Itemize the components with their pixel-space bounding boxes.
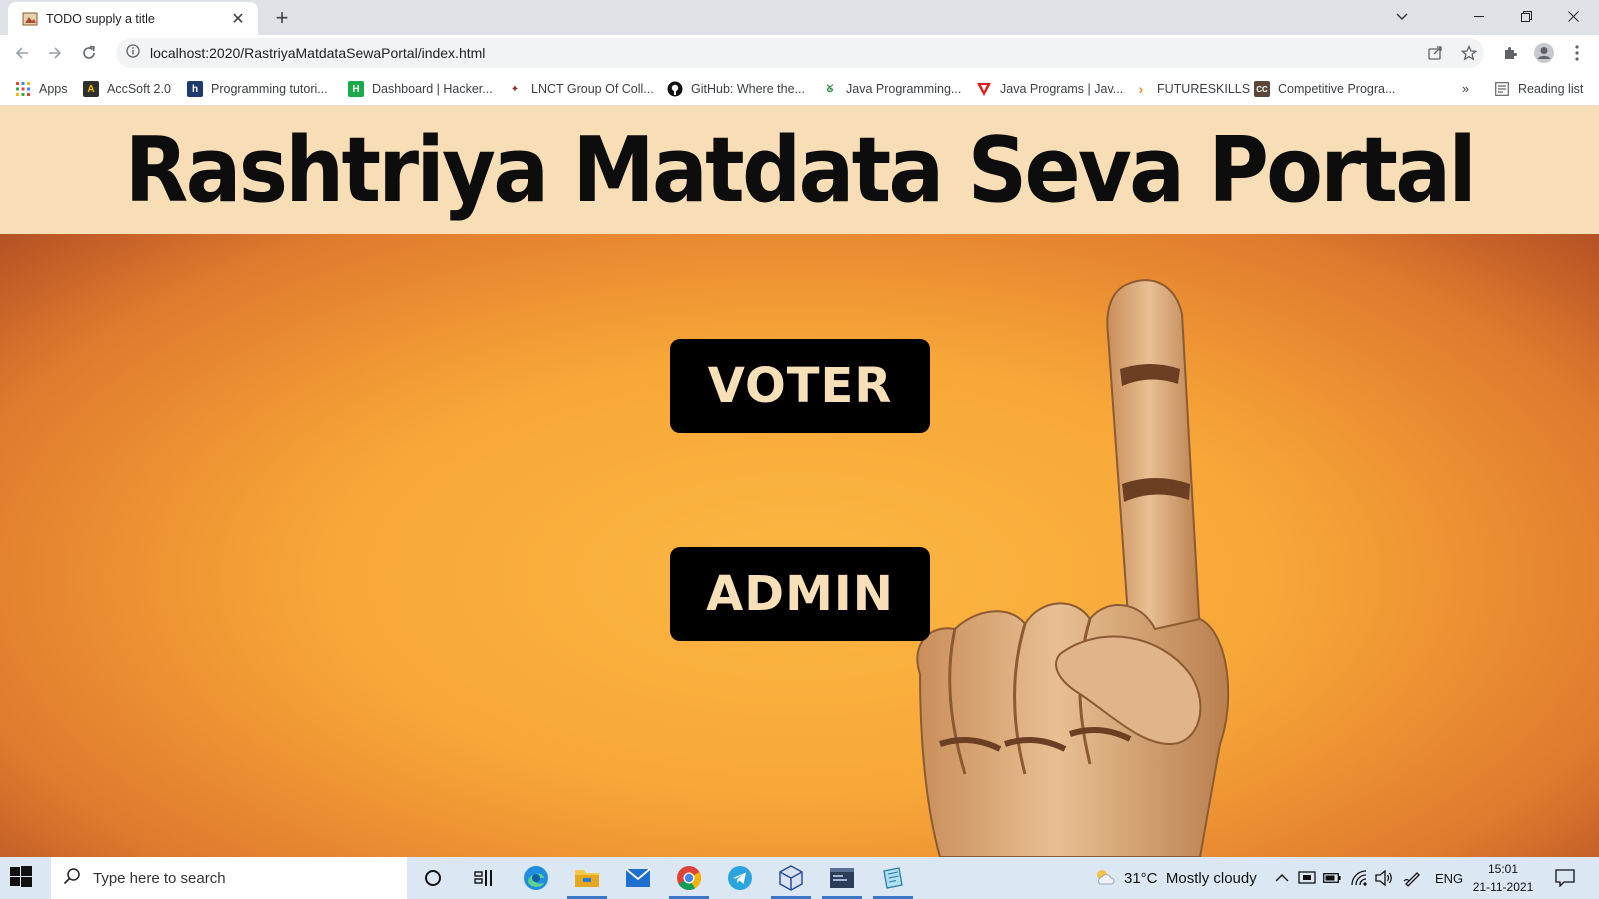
admin-button[interactable]: ADMIN: [670, 547, 930, 641]
bookmark-label: AccSoft 2.0: [107, 82, 171, 96]
accsoft-icon: A: [83, 81, 99, 97]
reading-list-label: Reading list: [1518, 82, 1584, 96]
restore-button[interactable]: [1503, 0, 1549, 33]
volume-speaker-icon[interactable]: [1375, 857, 1393, 899]
battery-icon[interactable]: [1323, 857, 1341, 899]
tab-search-chevron-icon[interactable]: [1379, 0, 1425, 33]
pen-workspace-icon[interactable]: [1403, 857, 1421, 899]
bookmark-java-programming[interactable]: ᘜ Java Programming...: [822, 79, 962, 99]
task-view-icon[interactable]: [462, 861, 506, 895]
bookmark-label: Apps: [39, 82, 68, 96]
bookmark-label: LNCT Group Of Coll...: [531, 82, 654, 96]
h-logo-icon: h: [187, 81, 203, 97]
voter-button[interactable]: VOTER: [670, 339, 930, 433]
address-bar[interactable]: localhost:2020/RastriyaMatdataSewaPortal…: [116, 38, 1484, 68]
weather-widget[interactable]: 31°C Mostly cloudy: [1094, 857, 1257, 899]
bookmark-label: Java Programming...: [846, 82, 962, 96]
bookmark-star-icon[interactable]: [1455, 39, 1483, 67]
page-title: Rashtriya Matdata Seva Portal: [124, 117, 1477, 223]
bookmark-futureskills[interactable]: › FUTURESKILLS: [1133, 79, 1250, 99]
forward-arrow-icon[interactable]: [41, 39, 69, 67]
web-page: Rashtriya Matdata Seva Portal VOTER ADMI…: [0, 106, 1599, 857]
futureskills-icon: ›: [1138, 81, 1144, 97]
bookmark-github[interactable]: GitHub: Where the...: [667, 79, 805, 99]
lnct-icon: ✦: [510, 83, 520, 95]
tab-strip: TODO supply a title ✕ +: [0, 0, 1599, 35]
bookmark-lnct[interactable]: ✦ LNCT Group Of Coll...: [507, 79, 654, 99]
gfg-icon: ᘜ: [826, 83, 834, 95]
back-arrow-icon[interactable]: [8, 39, 36, 67]
search-placeholder: Type here to search: [93, 869, 226, 887]
profile-avatar-icon[interactable]: [1530, 39, 1558, 67]
codechef-icon: CC: [1254, 81, 1270, 97]
bookmark-hackerrank[interactable]: H Dashboard | Hacker...: [348, 79, 493, 99]
bookmark-label: FUTURESKILLS: [1157, 82, 1251, 96]
apps-grid-icon: [15, 81, 31, 97]
ide-window-icon[interactable]: [820, 861, 864, 899]
page-favicon-icon: [22, 11, 38, 27]
reading-list-button[interactable]: Reading list: [1494, 79, 1583, 99]
clock-time: 15:01: [1487, 862, 1519, 876]
bookmark-label: Competitive Progra...: [1278, 82, 1396, 96]
bookmark-programming-tutorials[interactable]: h Programming tutori...: [187, 79, 328, 99]
telegram-icon[interactable]: [718, 861, 762, 895]
browser-toolbar: localhost:2020/RastriyaMatdataSewaPortal…: [0, 35, 1599, 71]
windows-taskbar: Type here to search 31°C Mostly cloudy E…: [0, 857, 1599, 899]
windows-start-icon[interactable]: [10, 866, 34, 890]
system-clock[interactable]: 15:01 21-11-2021: [1468, 860, 1538, 896]
taskbar-search-box[interactable]: Type here to search: [51, 857, 407, 899]
new-tab-button[interactable]: +: [270, 5, 294, 30]
tab-close-icon[interactable]: ✕: [228, 9, 248, 29]
notifications-icon[interactable]: [1555, 857, 1575, 899]
share-icon[interactable]: [1421, 39, 1449, 67]
overflow-chevron-icon: »: [1462, 82, 1469, 96]
hero-background: VOTER ADMIN: [0, 234, 1599, 857]
clock-date: 21-11-2021: [1472, 880, 1534, 894]
wooden-hand-image: [916, 279, 1230, 857]
notepad-app-icon[interactable]: [871, 861, 915, 899]
browser-tab-active[interactable]: TODO supply a title ✕: [8, 2, 258, 35]
bookmark-label: Java Programs | Jav...: [1000, 82, 1124, 96]
edge-browser-icon[interactable]: [514, 861, 558, 895]
github-icon: [667, 81, 683, 97]
mail-icon[interactable]: [616, 861, 660, 895]
reload-icon[interactable]: [75, 39, 103, 67]
virtualbox-icon[interactable]: [769, 861, 813, 899]
bookmark-java-programs[interactable]: Java Programs | Jav...: [976, 79, 1123, 99]
javatpoint-icon: [976, 81, 992, 97]
meet-now-icon[interactable]: [1298, 857, 1316, 899]
file-explorer-icon[interactable]: [565, 861, 609, 899]
show-hidden-icons-chevron-icon[interactable]: [1275, 857, 1289, 899]
close-window-button[interactable]: [1550, 0, 1596, 33]
chrome-icon[interactable]: [667, 861, 711, 899]
bookmark-codechef[interactable]: CC Competitive Progra...: [1254, 79, 1395, 99]
bookmark-label: Programming tutori...: [211, 82, 328, 96]
tab-title: TODO supply a title: [46, 11, 155, 26]
bookmark-label: Dashboard | Hacker...: [372, 82, 493, 96]
input-language[interactable]: ENG: [1435, 857, 1463, 899]
bookmarks-overflow-button[interactable]: »: [1462, 79, 1469, 99]
bookmark-apps[interactable]: Apps: [15, 79, 68, 99]
wifi-icon[interactable]: [1350, 857, 1368, 899]
search-magnifier-icon: [63, 867, 81, 890]
minimize-button[interactable]: [1456, 0, 1502, 33]
bookmarks-bar: Apps A AccSoft 2.0 h Programming tutori.…: [0, 71, 1599, 106]
browser-menu-kebab-icon[interactable]: [1563, 39, 1591, 67]
url-text: localhost:2020/RastriyaMatdataSewaPortal…: [150, 45, 486, 61]
bookmark-label: GitHub: Where the...: [691, 82, 805, 96]
reading-list-icon: [1494, 81, 1510, 97]
bookmark-accsoft[interactable]: A AccSoft 2.0: [83, 79, 171, 99]
hackerrank-icon: H: [348, 81, 364, 97]
extensions-puzzle-icon[interactable]: [1496, 39, 1524, 67]
weather-text: 31°C Mostly cloudy: [1124, 869, 1257, 887]
page-header: Rashtriya Matdata Seva Portal: [0, 106, 1599, 234]
partly-cloudy-icon: [1094, 868, 1116, 889]
site-info-icon[interactable]: [126, 43, 140, 63]
cortana-circle-icon[interactable]: [411, 861, 455, 895]
